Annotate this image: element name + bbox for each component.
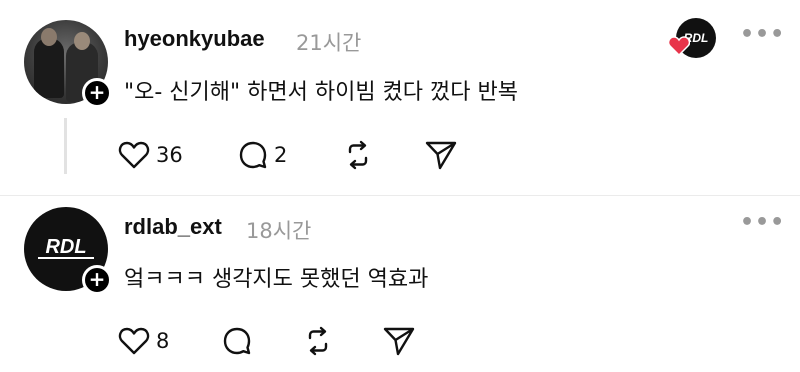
timestamp: 21시간 [296, 31, 362, 55]
like-count: 8 [156, 329, 170, 353]
avatar[interactable]: RDL + [24, 207, 112, 295]
repost-icon [348, 140, 368, 170]
share-button[interactable] [382, 323, 416, 359]
follow-plus-icon[interactable]: + [82, 265, 112, 295]
username[interactable]: rdlab_ext [124, 214, 222, 240]
heart-icon [118, 327, 150, 355]
repost-button[interactable] [342, 137, 374, 173]
post-text: 엌ㅋㅋㅋ 생각지도 못했던 역효과 [124, 267, 429, 292]
post-text: "오- 신기해" 하면서 하이빔 켰다 껐다 반복 [124, 80, 518, 105]
comment-icon [239, 141, 267, 169]
post-hyeonkyubae: + hyeonkyubae 21시간 RDL ••• "오- 신기해" 하면서 … [0, 0, 800, 195]
send-icon [425, 141, 457, 170]
heart-filled-icon [668, 36, 690, 56]
comment-button[interactable] [222, 323, 252, 359]
share-button[interactable] [424, 137, 458, 173]
post-rdlab-ext: RDL + rdlab_ext 18시간 ••• 엌ㅋㅋㅋ 생각지도 못했던 역… [0, 195, 800, 372]
more-options-icon[interactable]: ••• [740, 22, 785, 47]
avatar[interactable]: + [24, 20, 112, 108]
like-button[interactable]: 36 [118, 137, 183, 173]
follow-plus-icon[interactable]: + [82, 78, 112, 108]
like-button[interactable]: 8 [118, 323, 169, 359]
heart-icon [118, 141, 150, 169]
thread-line [64, 118, 67, 174]
comment-count: 2 [274, 143, 288, 167]
username[interactable]: hyeonkyubae [124, 26, 265, 52]
comment-icon [223, 327, 251, 355]
repost-icon [308, 326, 328, 356]
repost-button[interactable] [302, 323, 334, 359]
comment-button[interactable]: 2 [238, 137, 287, 173]
more-options-icon[interactable]: ••• [740, 210, 785, 235]
timestamp: 18시간 [246, 219, 312, 243]
like-count: 36 [156, 143, 183, 167]
send-icon [383, 327, 415, 356]
svg-text:RDL: RDL [45, 236, 86, 258]
